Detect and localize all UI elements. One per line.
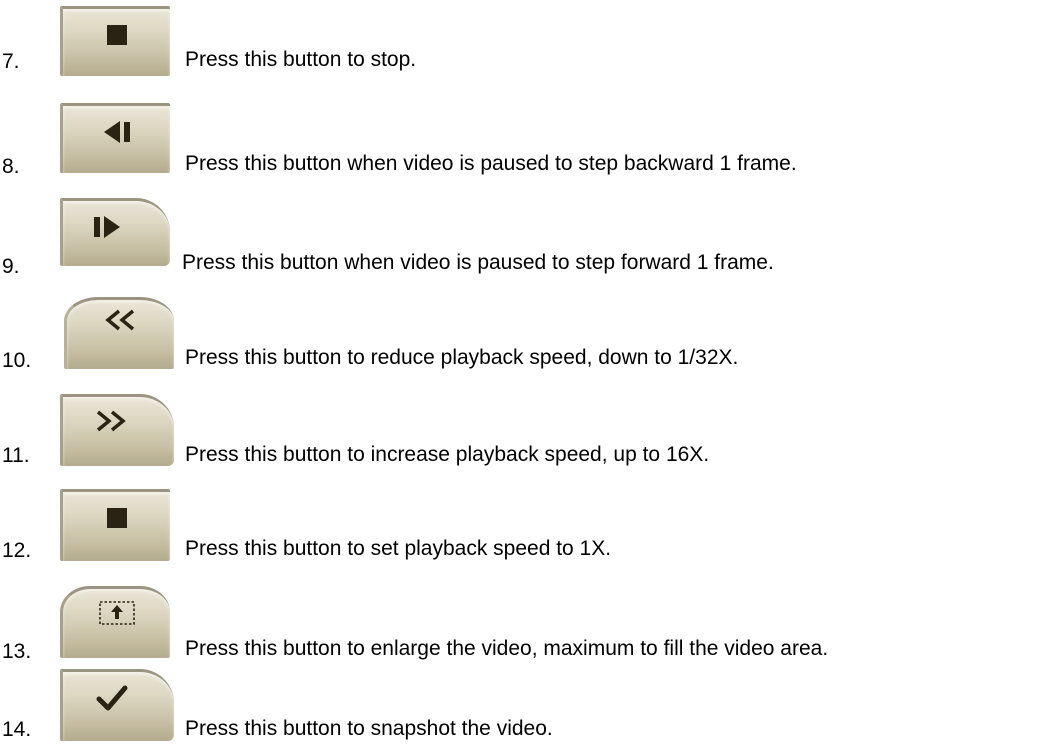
rewind-button[interactable] — [64, 297, 174, 369]
list-item: 7. Press this button to stop. — [0, 0, 1050, 80]
list-item: 13. Press this button to enlarge the vid… — [0, 582, 1050, 663]
list-item: 9. Press this button when video is pause… — [0, 194, 1050, 278]
item-number: 12. — [2, 539, 32, 562]
item-number: 11. — [2, 444, 30, 467]
item-description: Press this button to set playback speed … — [185, 537, 612, 560]
list-item: 12. Press this button to set playback sp… — [0, 485, 1050, 565]
step-backward-button[interactable] — [60, 103, 170, 173]
normal-speed-button[interactable] — [60, 489, 170, 561]
list-item: 14. Press this button to snapshot the vi… — [0, 667, 1050, 747]
item-number: 8. — [2, 155, 20, 178]
rewind-icon — [104, 309, 134, 331]
item-number: 7. — [2, 50, 20, 73]
enlarge-icon — [98, 601, 135, 625]
fast-forward-button[interactable] — [60, 394, 174, 466]
item-description: Press this button when video is paused t… — [182, 251, 774, 274]
item-number: 9. — [2, 255, 20, 278]
step-forward-button[interactable] — [60, 198, 170, 266]
list-item: 11. Press this button to increase playba… — [0, 388, 1050, 468]
list-item: 8. Press this button when video is pause… — [0, 97, 1050, 178]
item-description: Press this button to snapshot the video. — [185, 717, 553, 740]
stop-icon — [106, 25, 127, 45]
step-forward-icon — [93, 216, 120, 238]
snapshot-button[interactable] — [60, 669, 174, 741]
item-number: 13. — [2, 640, 32, 663]
stop-button[interactable] — [60, 6, 170, 76]
item-description: Press this button to reduce playback spe… — [185, 346, 739, 369]
item-description: Press this button to enlarge the video, … — [185, 637, 829, 660]
item-description: Press this button to increase playback s… — [185, 443, 710, 466]
fast-forward-icon — [96, 410, 126, 432]
item-description: Press this button to stop. — [185, 48, 417, 71]
normal-speed-icon — [106, 508, 127, 528]
snapshot-icon — [96, 685, 127, 711]
item-number: 10. — [2, 349, 32, 372]
item-description: Press this button when video is paused t… — [185, 152, 797, 175]
step-backward-icon — [103, 121, 130, 143]
list-item: 10. Press this button to reduce playback… — [0, 291, 1050, 372]
enlarge-button[interactable] — [60, 586, 170, 658]
item-number: 14. — [2, 718, 32, 741]
